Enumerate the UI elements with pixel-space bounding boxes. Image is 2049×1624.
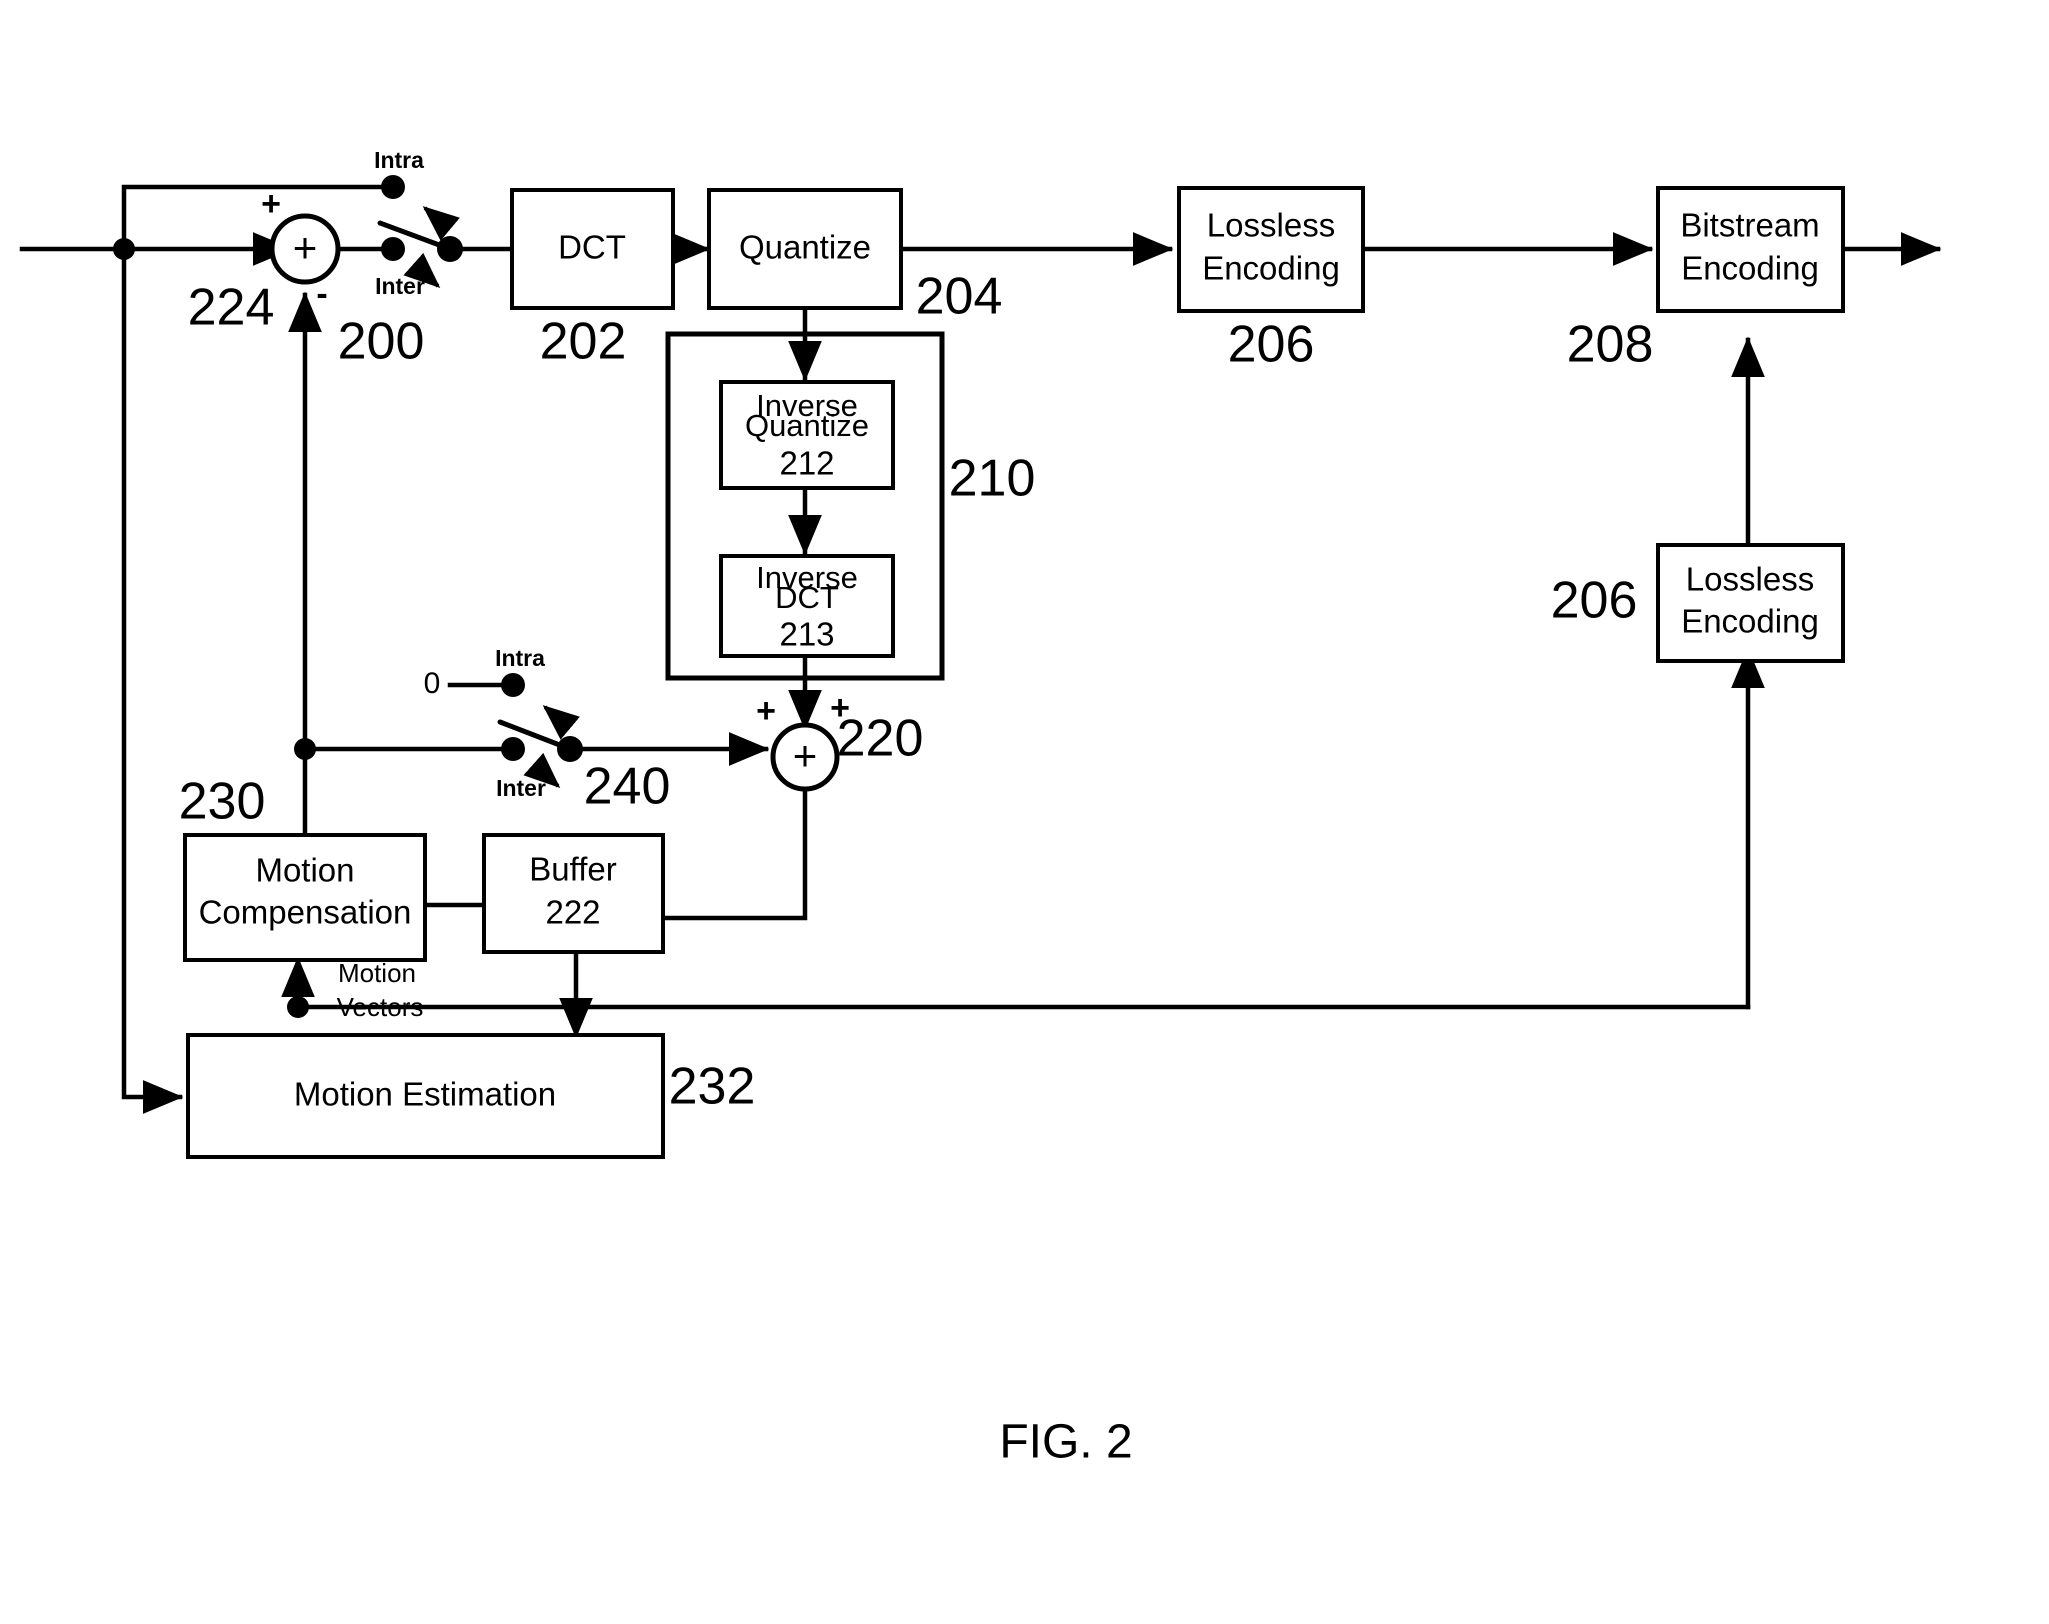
block-lossless-encoding-lower[interactable]: Lossless Encoding 206 <box>1551 543 1845 663</box>
block-inverse-quantize-label2: Quantize <box>745 408 869 443</box>
figure-root: 210 DCT 202 Quantize 204 Lossless Encodi… <box>0 0 2049 1624</box>
block-quantize[interactable]: Quantize 204 <box>707 188 1003 326</box>
block-lossless-lower-label1: Lossless <box>1686 561 1814 598</box>
block-buffer-label: Buffer <box>529 851 616 888</box>
block-bitstream-label2: Encoding <box>1681 250 1819 287</box>
ref-206-lower: 206 <box>1551 572 1638 630</box>
block-dct-label: DCT <box>558 229 626 266</box>
wire-input-to-motion-estimation <box>121 246 184 1114</box>
block-motion-compensation[interactable]: Motion Compensation 230 <box>179 773 427 962</box>
block-inverse-dct-label2: DCT <box>775 580 839 615</box>
switch-200-arc-down-arrow <box>403 252 441 288</box>
block-bitstream-encoding[interactable]: Bitstream Encoding 208 <box>1567 186 1845 374</box>
ref-212: 212 <box>779 445 834 482</box>
ref-213: 213 <box>779 616 834 653</box>
switch-240-intra-contact[interactable] <box>501 673 525 697</box>
encoder-block-diagram: 210 DCT 202 Quantize 204 Lossless Encodi… <box>19 147 1942 1469</box>
adder-224-sign-left: + <box>261 185 281 223</box>
motion-vectors-line1: Motion <box>338 958 416 988</box>
block-buffer[interactable]: Buffer 222 <box>482 833 665 954</box>
figure-caption: FIG. 2 <box>999 1416 1132 1469</box>
wire-motioncomp-to-adder224 <box>288 291 322 848</box>
ref-232: 232 <box>669 1058 756 1116</box>
ref-200: 200 <box>338 313 425 371</box>
wire-input-to-intra-contact <box>121 184 394 252</box>
ref-206-upper: 206 <box>1228 316 1315 374</box>
motion-vectors-line2: Vectors <box>337 992 424 1022</box>
block-motion-comp-label2: Compensation <box>199 894 412 931</box>
wire-input-to-adder224 <box>19 232 294 266</box>
switch-200-intra-label: Intra <box>374 147 424 173</box>
block-inverse-dct[interactable]: Inverse DCT 213 <box>719 554 895 658</box>
adder-220-glyph: + <box>793 732 818 779</box>
block-lossless-upper-label1: Lossless <box>1207 207 1335 244</box>
switch-200-intra-contact[interactable] <box>381 175 405 199</box>
ref-210: 210 <box>949 450 1036 508</box>
switch-240[interactable]: 0 Intra Inter 240 <box>424 645 671 816</box>
ref-222: 222 <box>545 894 600 931</box>
block-motion-comp-label1: Motion <box>255 852 354 889</box>
adder-224-sign-bottom: - <box>316 275 327 313</box>
block-quantize-label: Quantize <box>739 229 871 266</box>
block-dct[interactable]: DCT 202 <box>510 188 675 371</box>
switch-200-inter-label: Inter <box>375 273 425 299</box>
switch-240-inter-label: Inter <box>496 775 546 801</box>
switch-200[interactable]: Intra Inter 200 <box>338 147 463 371</box>
switch-240-arc-up-arrow <box>542 705 580 740</box>
block-lossless-lower-label2: Encoding <box>1681 603 1819 640</box>
block-motion-estimation[interactable]: Motion Estimation 232 <box>186 1033 756 1159</box>
adder-220[interactable]: + + + 220 <box>756 689 924 792</box>
ref-202: 202 <box>540 313 627 371</box>
adder-220-sign-left: + <box>756 692 776 730</box>
ref-220: 220 <box>837 710 924 768</box>
switch-240-intra-label: Intra <box>495 645 545 671</box>
block-lossless-upper-label2: Encoding <box>1202 250 1340 287</box>
ref-208: 208 <box>1567 316 1654 374</box>
block-lossless-encoding-upper[interactable]: Lossless Encoding 206 <box>1177 186 1365 374</box>
block-bitstream-label1: Bitstream <box>1680 207 1819 244</box>
motion-vectors-label: Motion Vectors <box>337 958 424 1022</box>
ref-240: 240 <box>584 758 671 816</box>
switch-200-inter-contact[interactable] <box>381 237 405 261</box>
ref-204: 204 <box>916 268 1003 326</box>
adder-224-glyph: + <box>293 224 318 271</box>
ref-230: 230 <box>179 773 266 831</box>
block-inverse-quantize[interactable]: Inverse Quantize 212 <box>719 380 895 490</box>
switch-240-arc-down-arrow <box>523 752 561 788</box>
switch-200-arc-up-arrow <box>422 206 460 241</box>
switch-240-zero-source-label: 0 <box>424 667 441 700</box>
block-motion-estimation-label: Motion Estimation <box>294 1076 556 1113</box>
switch-240-inter-contact[interactable] <box>501 737 525 761</box>
adder-224[interactable]: + + - 224 <box>188 185 341 337</box>
ref-224: 224 <box>188 279 275 337</box>
